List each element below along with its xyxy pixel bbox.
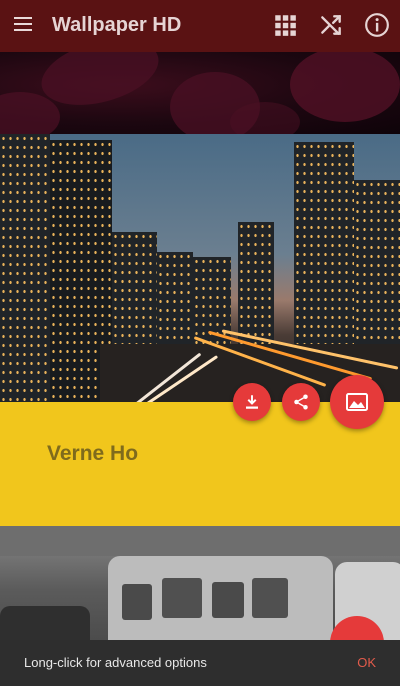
- menu-icon[interactable]: [14, 17, 32, 31]
- download-icon: [246, 395, 258, 409]
- wallpaper-tile-city[interactable]: [0, 134, 400, 402]
- set-wallpaper-button[interactable]: [330, 375, 384, 429]
- info-icon[interactable]: [364, 12, 390, 38]
- image-icon: [346, 393, 368, 411]
- app-title: Wallpaper HD: [52, 14, 182, 36]
- snackbar-ok-button[interactable]: OK: [357, 655, 376, 670]
- app-bar: Wallpaper HD: [0, 0, 400, 52]
- author-name: Verne Ho: [47, 442, 139, 465]
- grid-icon[interactable]: [272, 12, 298, 38]
- wallpaper-tile-roses[interactable]: [0, 52, 400, 134]
- share-icon: [294, 394, 308, 410]
- snackbar: Long-click for advanced options OK: [0, 640, 400, 686]
- share-button[interactable]: [282, 383, 320, 421]
- snackbar-message: Long-click for advanced options: [24, 655, 207, 670]
- download-button[interactable]: [233, 383, 271, 421]
- shuffle-icon[interactable]: [318, 12, 344, 38]
